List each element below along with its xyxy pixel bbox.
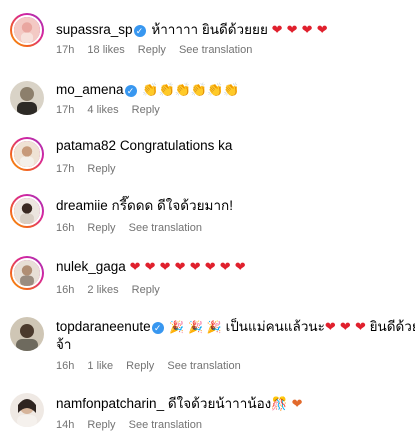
likes-count[interactable]: 18 likes xyxy=(87,44,124,56)
comment-username[interactable]: patama82 xyxy=(56,138,116,153)
reply-button[interactable]: Reply xyxy=(87,163,115,175)
comment-username[interactable]: nulek_gaga xyxy=(56,259,126,274)
comment-time[interactable]: 17h xyxy=(56,104,74,116)
reply-button[interactable]: Reply xyxy=(132,104,160,116)
see-translation-button[interactable]: See translation xyxy=(179,44,252,56)
comment-text: กรี๊ดดด ดีใจด้วยมาก! xyxy=(111,198,233,213)
verified-badge-icon: ✓ xyxy=(133,25,146,37)
reply-button[interactable]: Reply xyxy=(126,360,154,372)
comment-text: ห้าาาาา ยินดีด้วยยย xyxy=(151,22,268,37)
comment-username[interactable]: topdaraneenute xyxy=(56,319,151,334)
likes-count[interactable]: 4 likes xyxy=(87,104,118,116)
reply-button[interactable]: Reply xyxy=(132,284,160,296)
comment-time[interactable]: 14h xyxy=(56,419,74,431)
likes-count[interactable]: 2 likes xyxy=(87,284,118,296)
verified-badge-icon: ✓ xyxy=(124,85,137,97)
avatar[interactable] xyxy=(10,194,44,228)
comment-time[interactable]: 16h xyxy=(56,360,74,372)
comment-text-continued: จ้า xyxy=(56,337,72,352)
avatar[interactable] xyxy=(10,317,44,351)
comment-text: Congratulations ka xyxy=(119,138,233,153)
avatar[interactable] xyxy=(10,137,44,171)
heart-emoji-icon: ❤ ❤ ❤ ❤ xyxy=(271,23,328,38)
comment-username[interactable]: supassra_sp xyxy=(56,22,133,37)
reply-button[interactable]: Reply xyxy=(138,44,166,56)
clapping-hands-emoji-icon: 👏👏👏👏👏👏 xyxy=(142,83,240,98)
likes-count[interactable]: 1 like xyxy=(87,360,113,372)
heart-emoji-icon: ❤ ❤ ❤ ❤ ❤ ❤ ❤ ❤ xyxy=(129,260,246,275)
comment-time[interactable]: 17h xyxy=(56,163,74,175)
see-translation-button[interactable]: See translation xyxy=(167,360,240,372)
comment-text: ดีใจด้วยน้าาาน้อง xyxy=(167,396,272,411)
reply-button[interactable]: Reply xyxy=(87,222,115,234)
reply-button[interactable]: Reply xyxy=(87,419,115,431)
verified-badge-icon: ✓ xyxy=(151,322,164,334)
comment-time[interactable]: 16h xyxy=(56,222,74,234)
party-popper-emoji-icon: 🎉 🎉 🎉 xyxy=(169,320,222,334)
comment-username[interactable]: namfonpatcharin_ xyxy=(56,396,164,411)
comment-time[interactable]: 16h xyxy=(56,284,74,296)
heart-emoji-icon: ❤ ❤ ❤ xyxy=(324,320,366,335)
avatar[interactable] xyxy=(10,81,44,115)
comment-username[interactable]: dreamiie xyxy=(56,198,108,213)
comment-text-tail: ยินดีด้วย xyxy=(369,319,415,334)
see-translation-button[interactable]: See translation xyxy=(129,222,202,234)
comment-item: supassra_sp ✓ ห้าาาาา ยินดีด้วยยย ❤ ❤ ❤ ❤… xyxy=(0,0,415,58)
avatar[interactable] xyxy=(10,393,44,427)
avatar[interactable] xyxy=(10,13,44,47)
see-translation-button[interactable]: See translation xyxy=(129,419,202,431)
comment-text: เป็นแม่คนแล้วนะ xyxy=(225,319,325,334)
comment-time[interactable]: 17h xyxy=(56,44,74,56)
party-confetti-emoji-icon: 🎊 ❤ xyxy=(271,397,303,412)
comment-username[interactable]: mo_amena xyxy=(56,82,124,97)
avatar[interactable] xyxy=(10,256,44,290)
